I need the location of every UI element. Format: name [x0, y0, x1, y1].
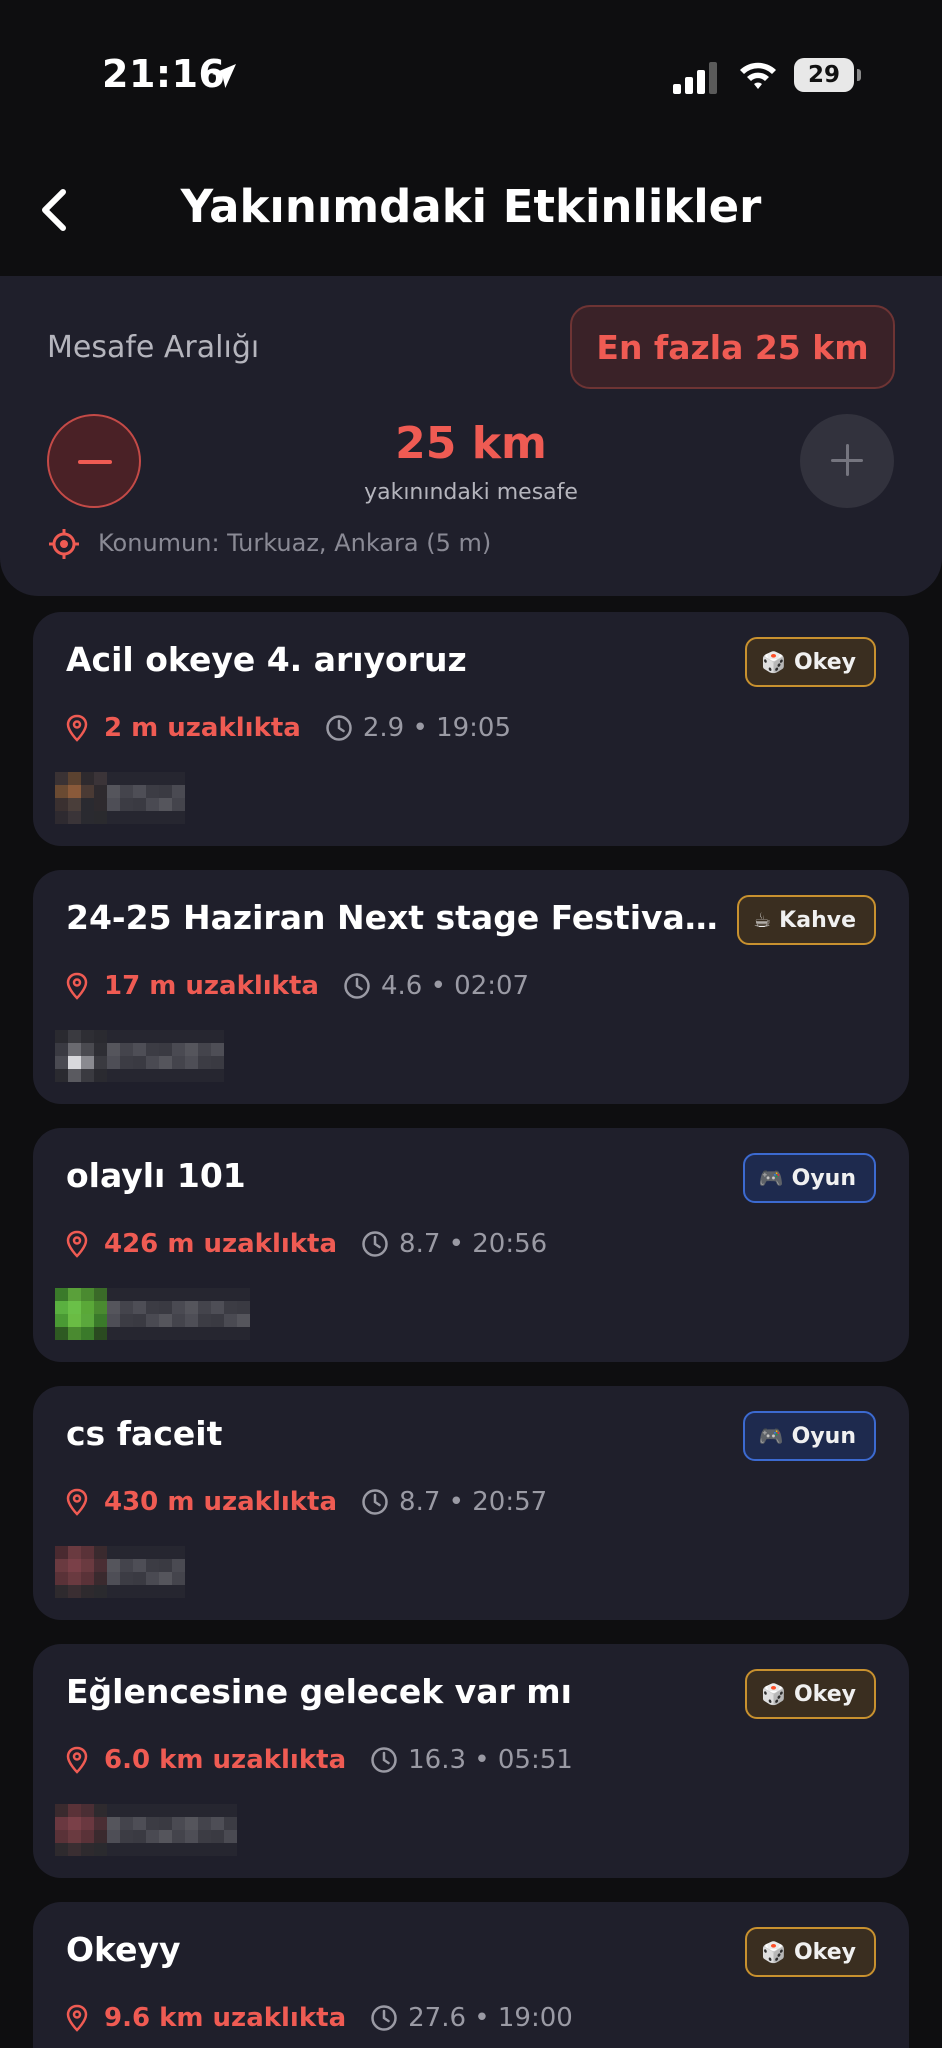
category-icon: 🎲	[761, 650, 786, 674]
blurred-name	[107, 1030, 224, 1082]
category-label: Oyun	[791, 1423, 856, 1449]
event-title: 24-25 Haziran Next stage Festivali…	[66, 898, 726, 937]
event-rating-time: 4.6 • 02:07	[380, 971, 530, 1001]
participant-avatars	[55, 1804, 237, 1856]
clock-icon	[362, 1489, 388, 1515]
event-title: Acil okeye 4. arıyoruz	[66, 640, 467, 679]
event-distance: 426 m uzaklıkta	[104, 1229, 338, 1259]
category-badge: 🎲 Okey	[745, 1669, 876, 1719]
category-label: Kahve	[779, 907, 856, 933]
event-meta-row: 2 m uzaklıkta 2.9 • 19:05	[66, 708, 511, 748]
current-location-text: Konumun: Turkuaz, Ankara (5 m)	[98, 529, 492, 557]
avatar	[55, 772, 107, 824]
event-title: cs faceit	[66, 1414, 223, 1453]
clock-icon	[371, 1747, 397, 1773]
event-card[interactable]: Acil okeye 4. arıyoruz 🎲 Okey 2 m uzaklıkta…	[33, 612, 909, 846]
category-badge: 🎲 Okey	[745, 1927, 876, 1977]
event-distance: 2 m uzaklıkta	[104, 713, 301, 743]
category-badge: 🎮 Oyun	[742, 1153, 876, 1203]
blurred-name	[107, 1288, 250, 1340]
category-label: Oyun	[791, 1165, 856, 1191]
map-pin-icon	[66, 714, 88, 742]
event-card[interactable]: 24-25 Haziran Next stage Festivali… ☕ Kahv…	[33, 870, 909, 1104]
category-icon: 🎮	[758, 1166, 784, 1190]
event-distance: 430 m uzaklıkta	[104, 1487, 338, 1517]
event-card[interactable]: cs faceit 🎮 Oyun 430 m uzaklıkta 8.7 • 20:57	[33, 1386, 909, 1620]
event-card[interactable]: Eğlencesine gelecek var mı 🎲 Okey 6.0 km uz…	[33, 1644, 909, 1878]
category-icon: 🎲	[761, 1940, 786, 1964]
map-pin-icon	[66, 1746, 88, 1774]
event-title: Okeyy	[66, 1930, 181, 1969]
participant-avatars	[55, 1288, 250, 1340]
category-icon: ☕	[753, 908, 772, 932]
battery-indicator: 29	[794, 58, 861, 92]
participant-avatars	[55, 772, 185, 824]
wifi-icon	[740, 62, 776, 89]
participant-avatars	[55, 1546, 185, 1598]
event-card[interactable]: olaylı 101 🎮 Oyun 426 m uzaklıkta 8.7 • 20:5…	[33, 1128, 909, 1362]
event-title: olaylı 101	[66, 1156, 246, 1195]
map-pin-icon	[66, 2004, 88, 2032]
category-label: Okey	[793, 1681, 856, 1707]
range-label: Mesafe Aralığı	[47, 330, 260, 365]
event-meta-row: 426 m uzaklıkta 8.7 • 20:56	[66, 1224, 547, 1264]
event-meta-row: 9.6 km uzaklıkta 27.6 • 19:00	[66, 1998, 573, 2038]
category-label: Okey	[793, 1939, 856, 1965]
signal-icon	[673, 62, 717, 94]
event-rating-time: 27.6 • 19:00	[408, 2003, 573, 2033]
blurred-name	[107, 772, 185, 824]
status-time: 21:16	[102, 52, 226, 96]
event-meta-row: 6.0 km uzaklıkta 16.3 • 05:51	[66, 1740, 573, 1780]
event-distance: 9.6 km uzaklıkta	[104, 2003, 347, 2033]
max-distance-badge: En fazla 25 km	[570, 305, 895, 389]
event-distance: 6.0 km uzaklıkta	[104, 1745, 347, 1775]
category-label: Okey	[793, 649, 856, 675]
participant-avatars	[55, 1030, 224, 1082]
page-title: Yakınımdaki Etkinlikler	[180, 180, 762, 233]
location-arrow-icon	[212, 64, 236, 88]
event-title: Eğlencesine gelecek var mı	[66, 1672, 572, 1711]
avatar	[55, 1288, 107, 1340]
map-pin-icon	[66, 1230, 88, 1258]
category-badge: 🎮 Oyun	[742, 1411, 876, 1461]
status-bar: 21:16 29	[0, 0, 942, 150]
blurred-name	[107, 1804, 237, 1856]
clock-icon	[362, 1231, 388, 1257]
event-meta-row: 430 m uzaklıkta 8.7 • 20:57	[66, 1482, 547, 1522]
clock-icon	[344, 973, 370, 999]
category-badge: 🎲 Okey	[745, 637, 876, 687]
distance-caption: yakınındaki mesafe	[364, 480, 578, 505]
event-rating-time: 2.9 • 19:05	[362, 713, 512, 743]
event-rating-time: 16.3 • 05:51	[408, 1745, 573, 1775]
map-pin-icon	[66, 972, 88, 1000]
clock-icon	[326, 715, 352, 741]
event-rating-time: 8.7 • 20:57	[399, 1487, 548, 1517]
category-icon: 🎮	[758, 1424, 784, 1448]
avatar	[55, 1030, 107, 1082]
avatar	[55, 1804, 107, 1856]
event-meta-row: 17 m uzaklıkta 4.6 • 02:07	[66, 966, 529, 1006]
location-target-icon	[49, 529, 79, 559]
blurred-name	[107, 1546, 185, 1598]
event-rating-time: 8.7 • 20:56	[399, 1229, 548, 1259]
event-distance: 17 m uzaklıkta	[104, 971, 319, 1001]
category-icon: 🎲	[761, 1682, 786, 1706]
clock-icon	[371, 2005, 397, 2031]
avatar	[55, 1546, 107, 1598]
increase-distance-button[interactable]	[800, 414, 894, 508]
category-badge: ☕ Kahve	[737, 895, 876, 945]
event-card[interactable]: Okeyy 🎲 Okey 9.6 km uzaklıkta 27.6 • 19:00	[33, 1902, 909, 2048]
distance-range-panel: Mesafe Aralığı En fazla 25 km 25 km yakı…	[0, 276, 942, 596]
map-pin-icon	[66, 1488, 88, 1516]
